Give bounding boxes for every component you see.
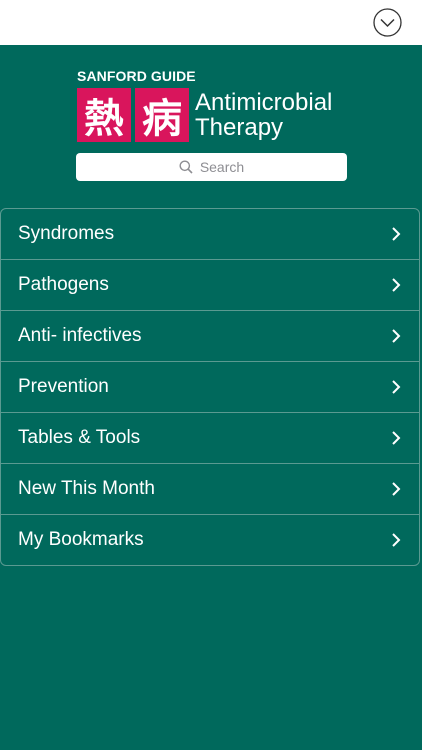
- kanji-tile-2: 病: [135, 88, 189, 142]
- menu-item-my-bookmarks[interactable]: My Bookmarks: [1, 515, 419, 565]
- menu-item-tables-tools[interactable]: Tables & Tools: [1, 413, 419, 464]
- menu-item-prevention[interactable]: Prevention: [1, 362, 419, 413]
- menu-item-label: Prevention: [18, 376, 109, 397]
- menu-item-anti-infectives[interactable]: Anti- infectives: [1, 311, 419, 362]
- brand-title-line2: Therapy: [195, 114, 284, 141]
- app-logo: SANFORD GUIDE 熱 病 Antimicrobial Therapy: [77, 68, 347, 142]
- menu-item-new-this-month[interactable]: New This Month: [1, 464, 419, 515]
- menu-item-label: New This Month: [18, 478, 155, 499]
- chevron-right-icon: [392, 380, 401, 394]
- chevron-right-icon: [392, 227, 401, 241]
- brand-title-line1: Antimicrobial: [195, 89, 333, 116]
- chevron-right-icon: [392, 431, 401, 445]
- menu-item-label: Pathogens: [18, 274, 109, 295]
- search-field[interactable]: Search: [76, 153, 347, 181]
- search-placeholder: Search: [199, 159, 245, 175]
- menu-item-pathogens[interactable]: Pathogens: [1, 260, 419, 311]
- kanji-tile-1: 熱: [77, 88, 131, 142]
- search-icon: [179, 160, 193, 174]
- chevron-right-icon: [392, 482, 401, 496]
- top-bar: [0, 0, 422, 45]
- menu-item-label: Tables & Tools: [18, 427, 141, 448]
- menu-item-label: Anti- infectives: [18, 325, 142, 346]
- menu-item-label: Syndromes: [18, 223, 115, 244]
- menu-item-label: My Bookmarks: [18, 529, 144, 550]
- main-menu: Syndromes Pathogens Anti- infectives Pre…: [0, 208, 420, 566]
- chevron-right-icon: [392, 533, 401, 547]
- chevron-right-icon: [392, 329, 401, 343]
- chevron-down-circle-icon[interactable]: [373, 8, 402, 37]
- brand-top-label: SANFORD GUIDE: [77, 68, 196, 84]
- chevron-right-icon: [392, 278, 401, 292]
- brand-title: Antimicrobial Therapy: [195, 90, 332, 140]
- menu-item-syndromes[interactable]: Syndromes: [1, 209, 419, 260]
